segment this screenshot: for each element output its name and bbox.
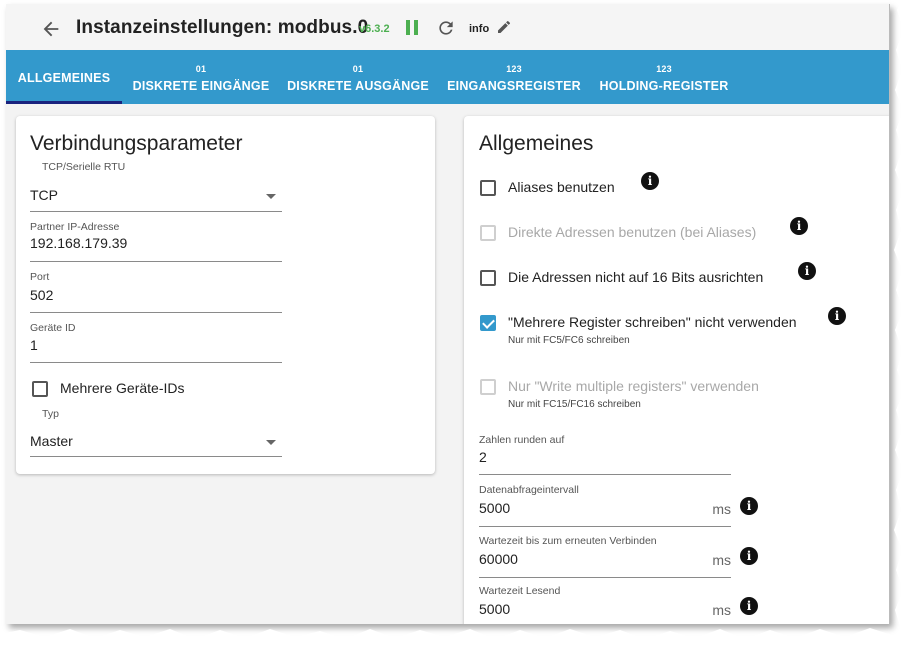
tab-diskrete-eingaenge[interactable]: 01 DISKRETE EINGÄNGE (126, 50, 276, 104)
field-value: Master (30, 433, 73, 449)
field-label: Zahlen runden auf (479, 434, 565, 446)
checkbox-helper-text: Nur mit FC5/FC6 schreiben (508, 335, 630, 346)
unit-label: ms (712, 552, 731, 568)
info-icon[interactable]: i (740, 597, 758, 615)
info-icon[interactable]: i (798, 262, 816, 280)
tab-label: EINGANGSREGISTER (447, 79, 581, 93)
log-level-label[interactable]: info (469, 23, 489, 35)
round-field[interactable]: Zahlen runden auf (479, 434, 731, 475)
field-underline (30, 261, 282, 262)
info-icon[interactable]: i (828, 307, 846, 325)
binary-icon: 01 (352, 64, 364, 74)
field-underline (479, 474, 731, 475)
binary-icon: 01 (195, 64, 207, 74)
no-multi-write-checkbox[interactable]: "Mehrere Register schreiben" nicht verwe… (480, 314, 810, 351)
checkbox-box[interactable] (480, 180, 496, 196)
version-badge: v6.3.2 (359, 23, 390, 35)
tab-label: DISKRETE EINGÄNGE (132, 79, 270, 93)
only-write-multiple-checkbox: Nur "Write multiple registers" verwenden… (480, 378, 810, 415)
checkbox-box (480, 225, 496, 241)
device-id-field[interactable]: Geräte ID (30, 322, 282, 363)
poll-interval-input[interactable] (479, 500, 679, 516)
torn-edge-right (894, 0, 917, 650)
card-heading: Allgemeines (479, 132, 594, 155)
info-icon[interactable]: i (740, 497, 758, 515)
field-label: Wartezeit bis zum erneuten Verbinden (479, 535, 657, 547)
tab-holding-register[interactable]: 123 HOLDING-REGISTER (596, 50, 732, 104)
content-area: Verbindungsparameter TCP/Serielle RTU TC… (6, 104, 889, 624)
tab-label: ALLGEMEINES (17, 71, 111, 85)
field-label: Wartezeit Lesend (479, 585, 561, 597)
aliases-checkbox[interactable]: Aliases benutzen (480, 179, 780, 198)
connection-card: Verbindungsparameter TCP/Serielle RTU TC… (16, 116, 435, 474)
partner-ip-field[interactable]: Partner IP-Adresse (30, 221, 282, 262)
checkbox-box[interactable] (480, 270, 496, 286)
tab-eingangsregister[interactable]: 123 EINGANGSREGISTER (444, 50, 584, 104)
multi-device-ids-checkbox[interactable]: Mehrere Geräte-IDs (32, 380, 282, 399)
reload-icon[interactable] (436, 18, 456, 38)
no-16bit-align-checkbox[interactable]: Die Adressen nicht auf 16 Bits ausrichte… (480, 269, 790, 288)
checkbox-box (480, 379, 496, 395)
field-underline (30, 312, 282, 313)
field-label: Typ (42, 408, 59, 420)
dropdown-arrow-icon (266, 440, 276, 445)
pause-icon[interactable] (406, 20, 420, 35)
checkbox-label: "Mehrere Register schreiben" nicht verwe… (508, 314, 797, 330)
port-field[interactable]: Port (30, 271, 282, 313)
field-underline (30, 211, 282, 212)
device-id-input[interactable] (30, 337, 282, 353)
card-heading: Verbindungsparameter (30, 132, 243, 155)
field-underline (30, 456, 282, 457)
tab-label: HOLDING-REGISTER (599, 79, 729, 93)
back-arrow-icon[interactable] (40, 18, 62, 40)
checkbox-label: Nur "Write multiple registers" verwenden (508, 378, 759, 394)
partner-ip-input[interactable] (30, 235, 282, 251)
field-label: Port (30, 271, 50, 283)
type-select[interactable]: Typ Master (30, 408, 282, 457)
checkbox-label: Direkte Adressen benutzen (bei Aliases) (508, 224, 757, 240)
field-underline (479, 577, 731, 578)
settings-window: Instanzeinstellungen: modbus.0 v6.3.2 in… (6, 4, 890, 624)
checkbox-label: Die Adressen nicht auf 16 Bits ausrichte… (508, 269, 764, 285)
poll-interval-field[interactable]: Datenabfrageintervall ms (479, 484, 731, 527)
tab-bar: ALLGEMEINES 01 DISKRETE EINGÄNGE 01 DISK… (6, 50, 889, 104)
checkbox-box[interactable] (32, 381, 48, 397)
field-label: TCP/Serielle RTU (42, 161, 126, 173)
info-icon[interactable]: i (740, 547, 758, 565)
field-label: Datenabfrageintervall (479, 484, 579, 496)
reconnect-input[interactable] (479, 551, 679, 567)
tab-label: DISKRETE AUSGÄNGE (287, 79, 429, 93)
edit-pencil-icon[interactable] (496, 19, 512, 35)
numeric-icon: 123 (656, 64, 672, 74)
field-label: Geräte ID (30, 322, 76, 334)
round-input[interactable] (479, 449, 731, 465)
reconnect-field[interactable]: Wartezeit bis zum erneuten Verbinden ms (479, 535, 731, 578)
tab-diskrete-ausgaenge[interactable]: 01 DISKRETE AUSGÄNGE (284, 50, 432, 104)
field-underline (30, 362, 282, 363)
port-input[interactable] (30, 287, 282, 303)
numeric-icon: 123 (506, 64, 522, 74)
connection-type-select[interactable]: TCP/Serielle RTU TCP (30, 161, 282, 212)
info-icon[interactable]: i (790, 217, 808, 235)
page-title: Instanzeinstellungen: modbus.0 (76, 17, 369, 38)
checkbox-label: Mehrere Geräte-IDs (60, 380, 185, 396)
dropdown-arrow-icon (266, 194, 276, 199)
checkbox-box[interactable] (480, 315, 496, 331)
tab-allgemeines[interactable]: ALLGEMEINES (6, 50, 122, 104)
unit-label: ms (712, 501, 731, 517)
field-value: TCP (30, 187, 58, 203)
direct-addresses-checkbox: Direkte Adressen benutzen (bei Aliases) (480, 224, 780, 243)
field-label: Partner IP-Adresse (30, 221, 120, 233)
checkbox-helper-text: Nur mit FC15/FC16 schreiben (508, 399, 641, 410)
info-icon[interactable]: i (641, 172, 659, 190)
checkbox-label: Aliases benutzen (508, 179, 615, 195)
field-underline (479, 526, 731, 527)
torn-edge-bottom (0, 628, 917, 650)
top-bar: Instanzeinstellungen: modbus.0 v6.3.2 in… (6, 4, 889, 52)
general-card: Allgemeines Aliases benutzen i Direkte A… (464, 116, 889, 624)
